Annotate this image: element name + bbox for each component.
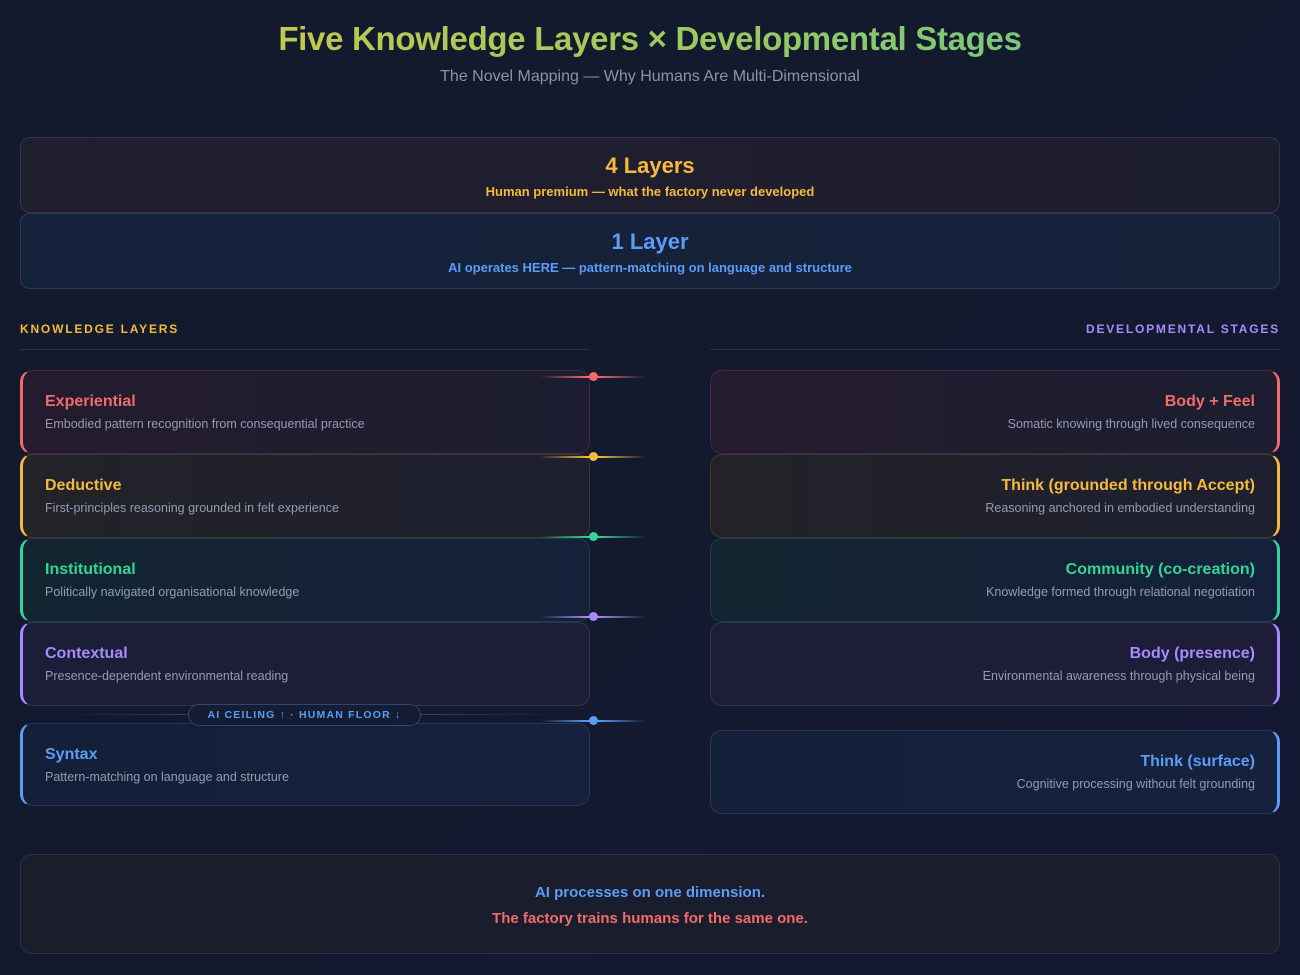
human-layer-caption: Human premium — what the factory never d…: [485, 184, 815, 199]
connector-dot: [589, 716, 598, 725]
right-column-divider: [710, 349, 1280, 350]
ai-ceiling-label: AI CEILING ↑ · HUMAN FLOOR ↓: [188, 704, 421, 726]
connector-deductive: [540, 451, 646, 463]
layer-description: First-principles reasoning grounded in f…: [45, 501, 339, 515]
layer-name: Deductive: [45, 477, 122, 494]
connector-syntax: [540, 715, 646, 727]
stage-description: Reasoning anchored in embodied understan…: [985, 501, 1255, 515]
connector-dot: [589, 372, 598, 381]
connector-dot: [589, 612, 598, 621]
human-layer-count: 4 Layers: [605, 153, 695, 178]
connector-institutional: [540, 531, 646, 543]
stage-name: Think (surface): [1140, 753, 1255, 770]
connector-contextual: [540, 611, 646, 623]
layer-card-contextual: Contextual Presence-dependent environmen…: [20, 622, 590, 706]
stage-name: Body (presence): [1129, 645, 1255, 662]
layer-card-deductive: Deductive First-principles reasoning gro…: [20, 454, 590, 538]
ai-layer-caption: AI operates HERE — pattern-matching on l…: [448, 260, 852, 275]
layer-description: Embodied pattern recognition from conseq…: [45, 417, 365, 431]
summary-box: AI processes on one dimension. The facto…: [20, 854, 1280, 954]
connector-experiential: [540, 371, 646, 383]
stage-card-body-presence: Body (presence) Environmental awareness …: [710, 622, 1280, 706]
human-premium-band: 4 Layers Human premium — what the factor…: [20, 137, 1280, 213]
stage-card-community: Community (co-creation) Knowledge formed…: [710, 538, 1280, 622]
stage-card-body-feel: Body + Feel Somatic knowing through live…: [710, 370, 1280, 454]
layer-name: Experiential: [45, 393, 136, 410]
layer-name: Institutional: [45, 561, 136, 578]
stage-name: Body + Feel: [1164, 393, 1255, 410]
stage-name: Community (co-creation): [1065, 561, 1255, 578]
stage-card-think-surface: Think (surface) Cognitive processing wit…: [710, 730, 1280, 814]
stage-card-think-grounded: Think (grounded through Accept) Reasonin…: [710, 454, 1280, 538]
connector-dot: [589, 452, 598, 461]
stage-description: Cognitive processing without felt ground…: [1016, 777, 1255, 791]
layer-name: Contextual: [45, 645, 128, 662]
knowledge-layers-heading: KNOWLEDGE LAYERS: [20, 322, 180, 336]
ai-layer-band: 1 Layer AI operates HERE — pattern-match…: [20, 213, 1280, 289]
developmental-stages-heading: DEVELOPMENTAL STAGES: [1085, 322, 1280, 336]
layer-description: Politically navigated organisational kno…: [45, 585, 300, 599]
connector-dot: [589, 532, 598, 541]
summary-line-factory: The factory trains humans for the same o…: [492, 910, 808, 927]
stage-name: Think (grounded through Accept): [1001, 477, 1255, 494]
summary-line-ai: AI processes on one dimension.: [534, 884, 766, 901]
stage-description: Knowledge formed through relational nego…: [986, 585, 1255, 599]
left-column-divider: [20, 349, 590, 350]
layer-name: Syntax: [45, 746, 98, 763]
stage-description: Somatic knowing through lived consequenc…: [1007, 417, 1255, 431]
page-subtitle: The Novel Mapping — Why Humans Are Multi…: [440, 68, 860, 85]
layer-card-syntax: Syntax Pattern-matching on language and …: [20, 723, 590, 806]
layer-description: Pattern-matching on language and structu…: [45, 770, 289, 784]
stage-description: Environmental awareness through physical…: [982, 669, 1255, 683]
page-title: Five Knowledge Layers × Developmental St…: [0, 20, 1300, 58]
layer-description: Presence-dependent environmental reading: [45, 669, 289, 683]
layer-card-institutional: Institutional Politically navigated orga…: [20, 538, 590, 622]
layer-card-experiential: Experiential Embodied pattern recognitio…: [20, 370, 590, 454]
ai-layer-count: 1 Layer: [611, 229, 689, 254]
